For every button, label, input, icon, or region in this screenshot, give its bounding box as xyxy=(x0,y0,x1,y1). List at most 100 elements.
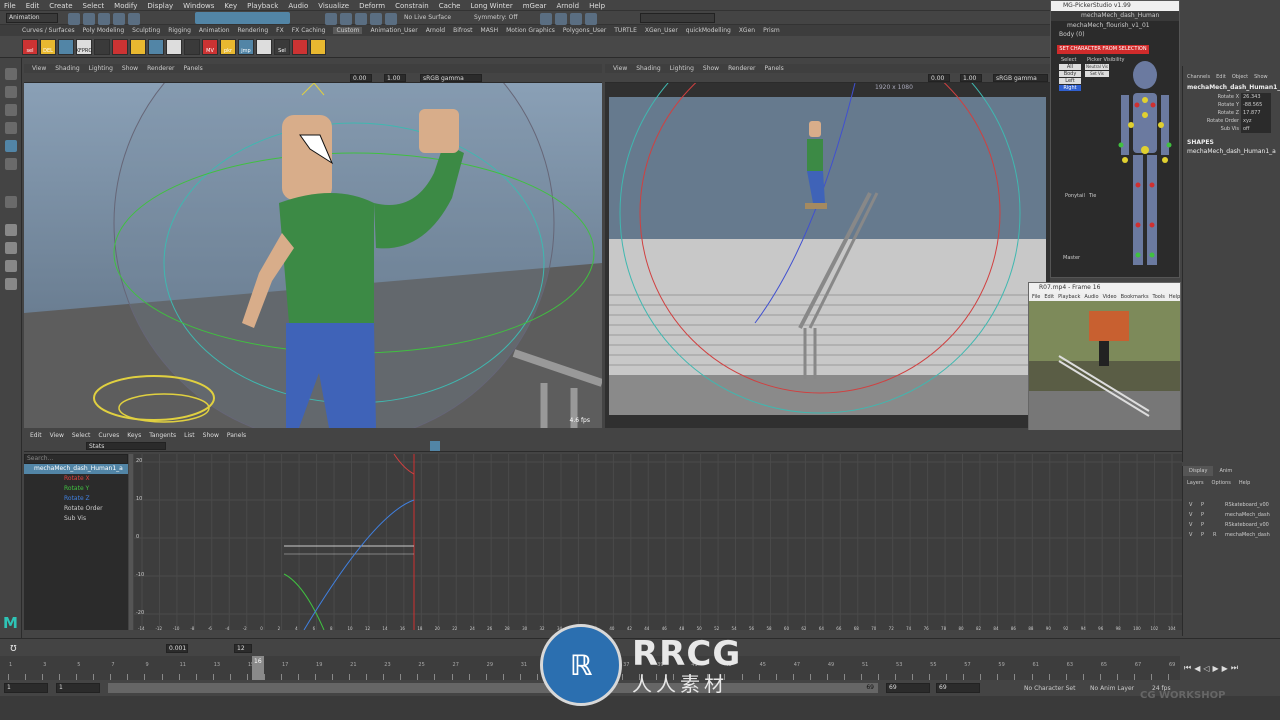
cb-row[interactable]: Rotate Order xyz xyxy=(1183,117,1280,125)
shelf-tab-rigging[interactable]: Rigging xyxy=(168,27,191,34)
undo-icon[interactable] xyxy=(113,13,125,25)
ge-curve-item[interactable]: Rotate Y xyxy=(24,484,128,494)
cb-row-value[interactable]: 17.877 xyxy=(1241,109,1271,117)
picker-all-button[interactable]: All xyxy=(1059,64,1081,70)
menu-create[interactable]: Create xyxy=(49,2,72,10)
ge-graph-area[interactable] xyxy=(134,454,1182,630)
vp-colorspace-field[interactable]: sRGB gamma xyxy=(420,74,482,82)
scale-tool-icon[interactable] xyxy=(4,158,17,170)
shelf-tab-quickmodelling[interactable]: quickModelling xyxy=(686,27,731,34)
shelf-tab-prism[interactable]: Prism xyxy=(763,27,780,34)
shelf-button[interactable] xyxy=(310,39,326,55)
ge-frame-field[interactable]: 12 xyxy=(234,644,252,653)
vp2-menu-view[interactable]: View xyxy=(613,65,627,72)
layer-row[interactable]: V P RSkateboard_v00 xyxy=(1183,500,1280,510)
layer-name[interactable]: mechaMech_dash xyxy=(1225,530,1270,540)
menu-windows[interactable]: Windows xyxy=(183,2,214,10)
menu-deform[interactable]: Deform xyxy=(359,2,385,10)
vp2-colorspace-field[interactable]: sRGB gamma xyxy=(993,74,1048,82)
menu-help[interactable]: Help xyxy=(589,2,605,10)
snap-surface-icon[interactable] xyxy=(385,13,397,25)
live-surface-label[interactable]: No Live Surface xyxy=(404,14,451,21)
ge-curve-item[interactable]: Sub Vis xyxy=(24,514,128,524)
redo-icon[interactable] xyxy=(128,13,140,25)
ge-search-input[interactable]: Search... xyxy=(24,454,128,464)
vp-menu-shading[interactable]: Shading xyxy=(55,65,79,72)
script-editor-icon[interactable]: ʊ xyxy=(10,641,17,654)
cb-node-name[interactable]: mechaMech_dash_Human1_arm xyxy=(1183,82,1280,93)
video-menu-help[interactable]: Help xyxy=(1169,294,1180,300)
ge-toolbar-active[interactable] xyxy=(430,441,440,451)
outliner-layout-icon[interactable] xyxy=(4,278,17,290)
snap-curve-icon[interactable] xyxy=(340,13,352,25)
picker-set-character-button[interactable]: SET CHARACTER FROM SELECTION xyxy=(1057,45,1149,54)
vp-menu-view[interactable]: View xyxy=(32,65,46,72)
picker-body-diagram[interactable] xyxy=(1111,55,1179,275)
ge-stats-field[interactable]: Stats xyxy=(86,442,166,450)
shelf-button[interactable] xyxy=(94,39,110,55)
layer-row[interactable]: V P RmechaMech_dash xyxy=(1183,530,1280,540)
cb-row-value[interactable]: xyz xyxy=(1241,117,1271,125)
range-slider[interactable]: 69 xyxy=(108,683,878,693)
play-back-icon[interactable]: ◁ xyxy=(1203,664,1209,673)
select-tool-icon[interactable] xyxy=(4,68,17,80)
new-scene-icon[interactable] xyxy=(68,13,80,25)
shelf-tab-animation[interactable]: Animation xyxy=(199,27,230,34)
vp-menu-panels[interactable]: Panels xyxy=(183,65,202,72)
render-frame-icon[interactable] xyxy=(540,13,552,25)
ge-menu-tangents[interactable]: Tangents xyxy=(149,432,176,439)
cb-tab-object[interactable]: Object xyxy=(1232,74,1248,80)
vp-menu-show[interactable]: Show xyxy=(122,65,138,72)
cb-tab-channels[interactable]: Channels xyxy=(1187,74,1210,80)
video-menu-tools[interactable]: Tools xyxy=(1153,294,1165,300)
snap-point-icon[interactable] xyxy=(355,13,367,25)
menu-visualize[interactable]: Visualize xyxy=(318,2,349,10)
menu-file[interactable]: File xyxy=(4,2,16,10)
shelf-tab-custom[interactable]: Custom xyxy=(333,27,363,34)
shelf-button[interactable] xyxy=(112,39,128,55)
anim-layer-label[interactable]: No Anim Layer xyxy=(1090,685,1134,692)
vp2-menu-lighting[interactable]: Lighting xyxy=(670,65,694,72)
shelf-button[interactable] xyxy=(148,39,164,55)
layer-tab-display[interactable]: Display xyxy=(1183,466,1214,476)
end-time-field[interactable]: 69 xyxy=(936,683,980,693)
layer-name[interactable]: RSkateboard_v00 xyxy=(1225,500,1269,510)
step-forward-icon[interactable]: ▶ xyxy=(1222,664,1228,673)
playback-start-field[interactable]: 1 xyxy=(56,683,100,693)
menu-mgear[interactable]: mGear xyxy=(523,2,547,10)
rotate-tool-icon[interactable] xyxy=(4,140,17,152)
shelf-button[interactable] xyxy=(130,39,146,55)
cb-tab-edit[interactable]: Edit xyxy=(1216,74,1226,80)
vp-gamma-field[interactable]: 1.00 xyxy=(384,74,406,82)
cb-row[interactable]: Rotate Y -88.565 xyxy=(1183,101,1280,109)
ge-curve-item[interactable]: Rotate X xyxy=(24,474,128,484)
shelf-tab-sculpting[interactable]: Sculpting xyxy=(132,27,160,34)
menu-display[interactable]: Display xyxy=(147,2,173,10)
menu-long-winter[interactable]: Long Winter xyxy=(470,2,512,10)
vp2-menu-show[interactable]: Show xyxy=(703,65,719,72)
video-menu-playback[interactable]: Playback xyxy=(1058,294,1080,300)
menu-cache[interactable]: Cache xyxy=(439,2,461,10)
shelf-button[interactable] xyxy=(292,39,308,55)
cb-row[interactable]: Rotate Z 17.877 xyxy=(1183,109,1280,117)
ge-menu-keys[interactable]: Keys xyxy=(127,432,141,439)
cb-row-value[interactable]: 26.343 xyxy=(1241,93,1271,101)
shelf-button[interactable]: jmp xyxy=(238,39,254,55)
video-menu-video[interactable]: Video xyxy=(1103,294,1117,300)
cb-tab-show[interactable]: Show xyxy=(1254,74,1268,80)
menu-modify[interactable]: Modify xyxy=(114,2,137,10)
cb-row-value[interactable]: -88.565 xyxy=(1241,101,1271,109)
video-menu-file[interactable]: File xyxy=(1032,294,1040,300)
cb-row[interactable]: Sub Vis off xyxy=(1183,125,1280,133)
shelf-tab-mash[interactable]: MASH xyxy=(481,27,499,34)
shelf-button[interactable] xyxy=(256,39,272,55)
ge-node-item[interactable]: mechaMech_dash_Human1_a xyxy=(24,464,128,474)
shelf-tab-motion-graphics[interactable]: Motion Graphics xyxy=(506,27,555,34)
menu-edit[interactable]: Edit xyxy=(26,2,40,10)
shelf-tab-xgen[interactable]: XGen xyxy=(739,27,755,34)
ge-menu-curves[interactable]: Curves xyxy=(98,432,119,439)
shelf-button[interactable] xyxy=(184,39,200,55)
save-scene-icon[interactable] xyxy=(98,13,110,25)
menu-set-dropdown[interactable]: Animation xyxy=(6,13,58,23)
menu-audio[interactable]: Audio xyxy=(288,2,308,10)
